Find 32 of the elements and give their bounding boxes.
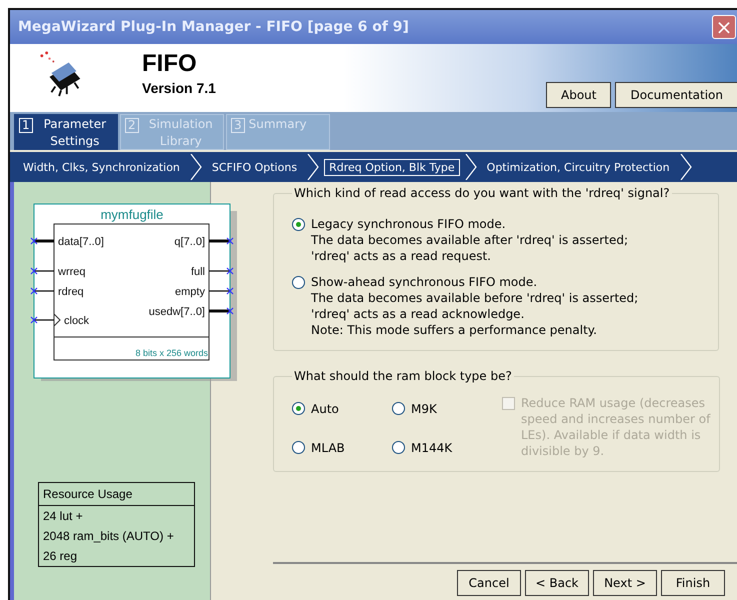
wizard-title: FIFO (142, 50, 198, 78)
resource-usage-title: Resource Usage (39, 483, 194, 506)
header-button[interactable]: About (546, 82, 612, 108)
header-button[interactable]: Documentation (615, 82, 737, 108)
option-description: 'rdreq' acts as a read acknowledge. (311, 306, 526, 322)
group-legend: Which kind of read access do you want with the 'rdreq' signal? (292, 186, 672, 200)
step-link[interactable]: SCFIFO Options (206, 158, 302, 176)
wizard-button[interactable]: Cancel (457, 570, 521, 596)
option-description: Note: This mode suffers a performance penalty. (311, 322, 598, 338)
option-label[interactable]: MLAB (311, 440, 345, 454)
option-label[interactable]: M9K (411, 402, 437, 416)
resource-line: 24 lut + (42, 508, 84, 525)
resource-line: 26 reg (42, 548, 78, 565)
option-description: The data becomes available after 'rdreq' is asserted; (311, 232, 628, 248)
window-title: MegaWizard Plug-In Manager - FIFO [page 6 of 9] (18, 19, 410, 35)
tab[interactable]: 1 Parameter Settings (14, 114, 118, 150)
option-label[interactable]: Auto (311, 402, 339, 416)
wizard-button[interactable]: Finish (661, 570, 725, 596)
group-legend: What should the ram block type be? (292, 369, 514, 383)
option-description: The data becomes available before 'rdreq' is asserted; (311, 290, 638, 306)
step-link[interactable]: Rdreq Option, Blk Type (324, 158, 460, 176)
option-description: 'rdreq' acts as a read request. (311, 248, 492, 264)
option-label[interactable]: M144K (411, 440, 452, 454)
wizard-button[interactable]: Next > (593, 570, 657, 596)
version-label: Version 7.1 (142, 80, 216, 96)
step-link[interactable]: Optimization, Circuitry Protection (482, 158, 675, 176)
close-button[interactable]: × (712, 15, 736, 39)
option-label[interactable]: Legacy synchronous FIFO mode. (311, 216, 628, 232)
step-link[interactable]: Width, Clks, Synchronization (18, 158, 185, 176)
option-label[interactable]: Show-ahead synchronous FIFO mode. (311, 274, 638, 290)
resource-line: 2048 ram_bits (AUTO) + (42, 528, 175, 545)
wizard-button[interactable]: < Back (525, 570, 589, 596)
